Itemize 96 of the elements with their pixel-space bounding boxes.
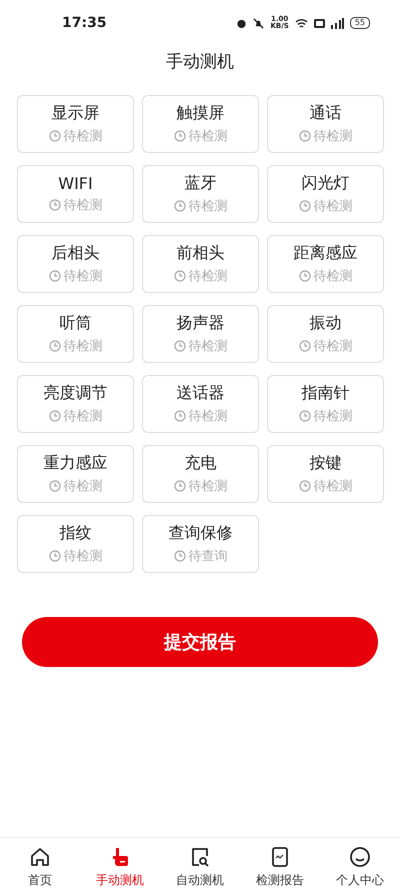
test-status: 待检测 (64, 478, 102, 495)
test-card[interactable]: 闪光灯 待检测 (267, 165, 384, 223)
test-card[interactable]: 重力感应 待检测 (17, 445, 134, 503)
clock-icon (298, 410, 310, 422)
test-name: 前相头 (176, 243, 224, 264)
clock-icon (298, 340, 310, 352)
tab-bar-item[interactable]: 个人中心 (320, 838, 400, 893)
clock-icon (298, 200, 310, 212)
test-name: 触摸屏 (176, 103, 224, 124)
tab-bar-item[interactable]: 首页 (0, 838, 80, 893)
test-status: 待检测 (314, 198, 352, 215)
clock-icon (48, 270, 60, 282)
clock-icon (174, 130, 186, 142)
magnifier-screen-icon (189, 846, 211, 868)
signal-icon (330, 18, 344, 28)
clock-icon (298, 270, 310, 282)
test-card[interactable]: 通话 待检测 (267, 95, 384, 153)
test-status: 待检测 (64, 128, 102, 145)
test-card[interactable]: 指纹 待检测 (17, 515, 134, 573)
submit-report-button[interactable]: 提交报告 (22, 617, 378, 667)
test-status: 待检测 (188, 198, 228, 215)
test-status: 待检测 (188, 408, 228, 425)
test-name: 听筒 (60, 313, 92, 334)
test-name: 振动 (310, 313, 342, 334)
tab-bar-item[interactable]: 检测报告 (240, 838, 320, 893)
test-card[interactable]: 指南针 待检测 (267, 375, 384, 433)
clock-icon (174, 270, 186, 282)
test-card[interactable]: 扬声器 待检测 (142, 305, 259, 363)
test-status: 待检测 (314, 128, 352, 145)
test-name: 查询保修 (168, 523, 232, 544)
test-name: 送话器 (176, 383, 224, 404)
test-name: 按键 (310, 453, 342, 474)
test-status: 待查询 (188, 548, 228, 565)
test-name: 通话 (310, 103, 342, 124)
test-name: 闪光灯 (302, 173, 350, 194)
test-card[interactable]: 亮度调节 待检测 (17, 375, 134, 433)
test-card[interactable]: 距离感应 待检测 (267, 235, 384, 293)
test-card[interactable]: 蓝牙 待检测 (142, 165, 259, 223)
clock-icon (48, 340, 60, 352)
clock-icon (298, 480, 310, 492)
clock-icon (48, 550, 60, 562)
test-status: 待检测 (64, 548, 102, 565)
test-status: 待检测 (64, 338, 102, 355)
test-name: 指纹 (60, 523, 92, 544)
clock-icon (48, 480, 60, 492)
test-status: 待检测 (64, 197, 102, 214)
battery-level: 55 (350, 17, 370, 29)
test-card[interactable]: 振动 待检测 (267, 305, 384, 363)
test-status: 待检测 (64, 408, 102, 425)
test-name: 指南针 (302, 383, 350, 404)
test-name: 扬声器 (176, 313, 224, 334)
wifi-icon (294, 18, 308, 28)
clock-icon (48, 199, 60, 211)
test-status: 待检测 (188, 268, 228, 285)
clock-icon (48, 130, 60, 142)
status-time: 17:35 (62, 15, 108, 31)
test-card[interactable]: WIFI 待检测 (17, 165, 134, 223)
test-status: 待检测 (314, 478, 352, 495)
phone-report-icon (269, 846, 291, 868)
test-card[interactable]: 查询保修 待查询 (142, 515, 259, 573)
test-status: 待检测 (314, 268, 352, 285)
test-card[interactable]: 听筒 待检测 (17, 305, 134, 363)
test-name: 亮度调节 (44, 383, 108, 404)
test-status: 待检测 (188, 128, 228, 145)
test-name: 充电 (184, 453, 216, 474)
test-card[interactable]: 显示屏 待检测 (17, 95, 134, 153)
clock-icon (174, 200, 186, 212)
test-card[interactable]: 按键 待检测 (267, 445, 384, 503)
test-card[interactable]: 充电 待检测 (142, 445, 259, 503)
home-icon (29, 846, 51, 868)
test-name: 后相头 (52, 243, 100, 264)
page-title: 手动测机 (165, 51, 235, 74)
test-status: 待检测 (314, 408, 352, 425)
clock-icon (298, 130, 310, 142)
tab-bar-item[interactable]: 手动测机 (80, 838, 160, 893)
test-name: 距离感应 (294, 243, 358, 264)
tab-bar-item[interactable]: 自动测机 (160, 838, 240, 893)
test-name: WIFI (58, 174, 93, 193)
test-card[interactable]: 后相头 待检测 (17, 235, 134, 293)
test-card[interactable]: 前相头 待检测 (142, 235, 259, 293)
test-status: 待检测 (188, 478, 228, 495)
clock-icon (174, 550, 186, 562)
test-status: 待检测 (314, 338, 352, 355)
test-status: 待检测 (188, 338, 228, 355)
test-card[interactable]: 触摸屏 待检测 (142, 95, 259, 153)
test-name: 重力感应 (44, 453, 108, 474)
clock-icon (174, 410, 186, 422)
test-card[interactable]: 送话器 待检测 (142, 375, 259, 433)
clock-icon (174, 480, 186, 492)
test-status: 待检测 (64, 268, 102, 285)
clock-icon (48, 410, 60, 422)
test-name: 蓝牙 (184, 173, 216, 194)
muted-bell-icon (253, 18, 264, 28)
clock-icon (174, 340, 186, 352)
test-name: 显示屏 (52, 103, 100, 124)
smiley-icon (349, 846, 371, 868)
